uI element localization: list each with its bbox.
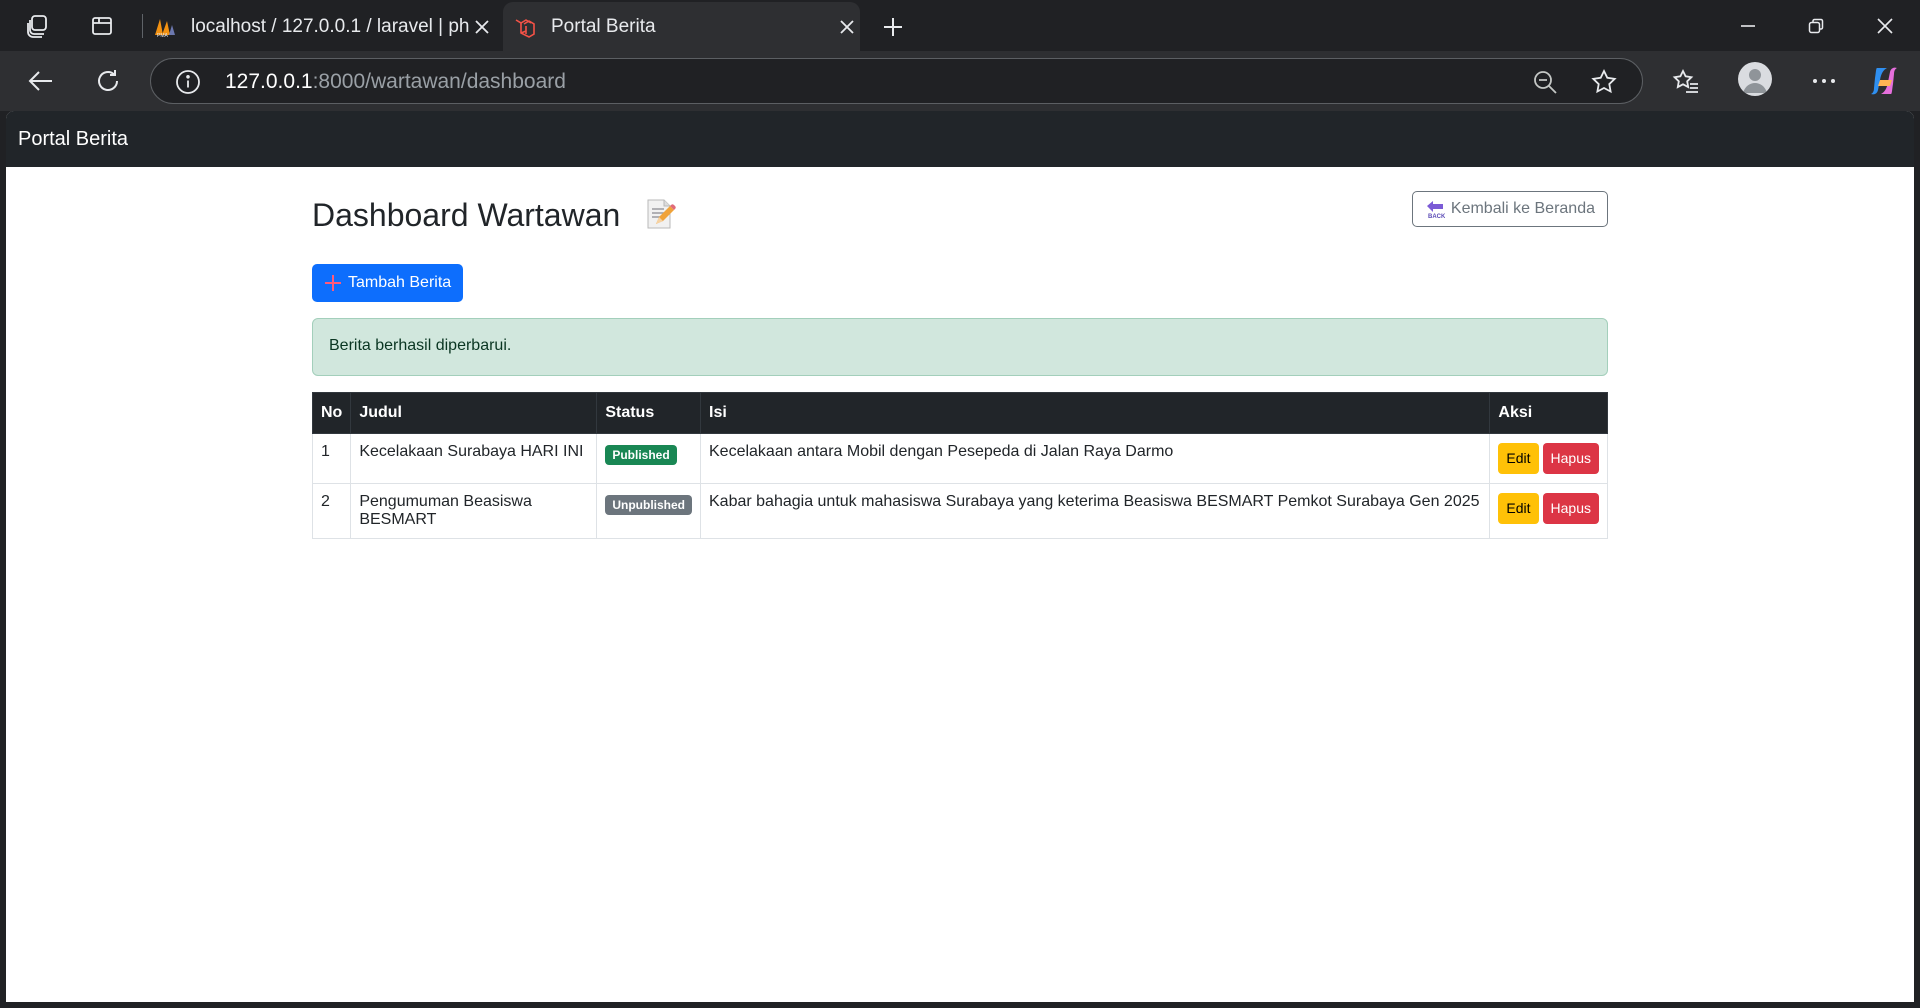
delete-button[interactable]: Hapus: [1542, 493, 1599, 524]
cell-isi: Kecelakaan antara Mobil dengan Pesepeda …: [699, 433, 1491, 484]
tab-phpmyadmin[interactable]: PMA localhost / 127.0.0.1 / laravel | ph…: [145, 2, 495, 51]
copilot-icon[interactable]: [1866, 63, 1902, 99]
plus-icon: [324, 274, 342, 292]
tab-title: Portal Berita: [551, 15, 656, 37]
svg-text:PMA: PMA: [157, 33, 169, 39]
app-navbar: Portal Berita: [6, 111, 1914, 167]
column-header-isi: Isi: [699, 392, 1491, 434]
site-info-icon[interactable]: [175, 69, 201, 95]
add-news-button[interactable]: Tambah Berita: [312, 264, 464, 302]
status-badge: Published: [605, 445, 677, 465]
memo-icon: [642, 197, 676, 231]
row-actions: Edit Hapus: [1498, 443, 1599, 474]
page-viewport: Portal Berita Dashboard Wartawan BACK Ke…: [6, 111, 1914, 1002]
workspaces-icon[interactable]: [24, 12, 52, 40]
back-arrow-icon: BACK: [1425, 199, 1446, 220]
browser-toolbar: 127.0.0.1:8000/wartawan/dashboard: [0, 51, 1920, 111]
column-header-status: Status: [596, 392, 701, 434]
cell-isi: Kabar bahagia untuk mahasiswa Surabaya y…: [699, 483, 1491, 539]
laravel-icon: [513, 15, 537, 39]
url-text[interactable]: 127.0.0.1:8000/wartawan/dashboard: [225, 70, 566, 94]
column-header-aksi: Aksi: [1489, 392, 1608, 434]
more-options-icon[interactable]: [1806, 63, 1842, 99]
svg-text:BACK: BACK: [1428, 214, 1445, 219]
column-header-no: No: [311, 392, 352, 434]
back-button-label: Kembali ke Beranda: [1450, 200, 1595, 217]
zoom-icon[interactable]: [1532, 69, 1558, 95]
cell-status: Unpublished: [596, 483, 701, 539]
tab-actions-icon[interactable]: [88, 12, 116, 40]
new-tab-button[interactable]: [878, 12, 908, 42]
main-container: Dashboard Wartawan BACK Kembali ke Beran…: [311, 167, 1608, 539]
edit-button[interactable]: Edit: [1498, 443, 1539, 474]
profile-avatar[interactable]: [1738, 62, 1772, 96]
add-news-label: Tambah Berita: [348, 274, 452, 291]
tab-portal-berita[interactable]: Portal Berita: [503, 2, 860, 51]
success-alert: Berita berhasil diperbarui.: [312, 318, 1608, 376]
cell-judul: Pengumuman Beasiswa BESMART: [350, 483, 598, 539]
delete-button[interactable]: Hapus: [1542, 443, 1599, 474]
favorites-icon[interactable]: [1668, 63, 1704, 99]
cell-judul: Kecelakaan Surabaya HARI INI: [350, 433, 598, 484]
url-path: :8000/wartawan/dashboard: [312, 70, 566, 93]
browser-tabstrip: PMA localhost / 127.0.0.1 / laravel | ph…: [0, 0, 1920, 51]
cell-aksi: Edit Hapus: [1489, 433, 1608, 484]
favorite-star-icon[interactable]: [1590, 68, 1618, 96]
back-icon[interactable]: [23, 63, 59, 99]
restore-icon[interactable]: [1801, 12, 1831, 40]
news-table: No Judul Status Isi Aksi 1 Kecelakaan Su…: [311, 392, 1608, 539]
row-actions: Edit Hapus: [1498, 493, 1599, 524]
phpmyadmin-icon: PMA: [153, 15, 177, 39]
close-tab-icon[interactable]: [469, 14, 495, 40]
url-host: 127.0.0.1: [225, 70, 313, 93]
page-header: Dashboard Wartawan BACK Kembali ke Beran…: [312, 167, 1608, 247]
cell-status: Published: [596, 433, 701, 484]
edit-button[interactable]: Edit: [1498, 493, 1539, 524]
address-bar[interactable]: 127.0.0.1:8000/wartawan/dashboard: [150, 58, 1643, 104]
cell-aksi: Edit Hapus: [1489, 483, 1608, 539]
close-tab-icon[interactable]: [834, 14, 860, 40]
page-title: Dashboard Wartawan: [312, 197, 621, 233]
table-header-row: No Judul Status Isi Aksi: [311, 392, 1608, 434]
table-row: 1 Kecelakaan Surabaya HARI INI Published…: [311, 433, 1608, 484]
status-badge: Unpublished: [605, 495, 692, 515]
navbar-brand[interactable]: Portal Berita: [18, 128, 128, 151]
close-window-icon[interactable]: [1870, 12, 1900, 40]
minimize-icon[interactable]: [1733, 12, 1763, 40]
tab-separator: [142, 14, 143, 38]
reload-icon[interactable]: [90, 63, 126, 99]
column-header-judul: Judul: [350, 392, 598, 434]
cell-no: 2: [311, 483, 352, 539]
table-row: 2 Pengumuman Beasiswa BESMART Unpublishe…: [311, 483, 1608, 539]
tab-title: localhost / 127.0.0.1 / laravel | phpMyA…: [191, 15, 469, 37]
cell-no: 1: [311, 433, 352, 484]
back-to-home-button[interactable]: BACK Kembali ke Beranda: [1411, 191, 1608, 227]
